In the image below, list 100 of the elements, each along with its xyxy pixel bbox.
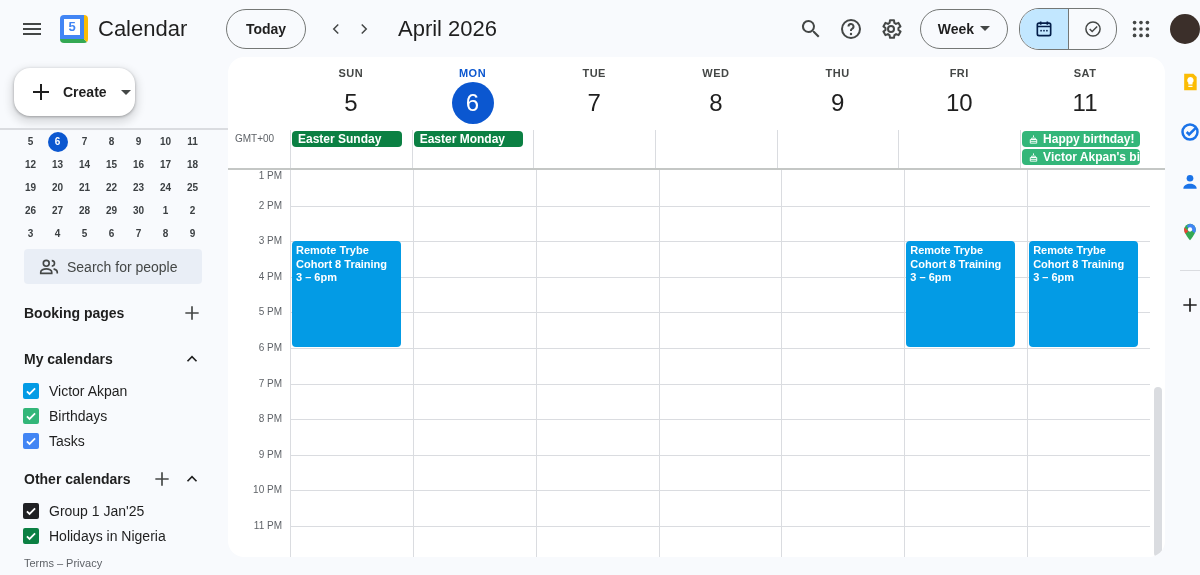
caret-icon xyxy=(980,26,991,31)
holiday-event[interactable]: Easter Monday xyxy=(413,131,524,147)
section-heading: My calendars xyxy=(24,351,113,367)
privacy-link[interactable]: Privacy xyxy=(66,557,103,569)
create-button[interactable]: Create xyxy=(14,68,135,116)
mini-calendar-day[interactable]: 8 xyxy=(101,131,122,152)
mini-calendar-day[interactable]: 14 xyxy=(74,154,95,175)
mini-calendar-day[interactable]: 2 xyxy=(182,200,203,221)
calendar-logo: 5 xyxy=(60,14,88,43)
mini-calendar-day[interactable]: 20 xyxy=(47,177,68,198)
timezone-label: GMT+00 xyxy=(234,132,276,144)
hour-label: 1 PM xyxy=(258,170,282,181)
section-heading: Other calendars xyxy=(24,471,131,487)
weekday-label: THU xyxy=(825,67,850,79)
get-add-ons-button[interactable] xyxy=(1180,295,1200,315)
hour-label: 5 PM xyxy=(258,306,282,318)
hour-label: 6 PM xyxy=(258,341,282,353)
calendar-checkbox[interactable] xyxy=(23,527,39,544)
mini-calendar-day[interactable]: 18 xyxy=(182,154,203,175)
mini-calendar-day[interactable]: 7 xyxy=(128,223,149,244)
calendar-view-button[interactable] xyxy=(1020,8,1068,49)
mini-calendar-day[interactable]: 30 xyxy=(128,200,149,221)
calendar-checkbox[interactable] xyxy=(23,382,39,399)
contacts-app-button[interactable] xyxy=(1180,172,1200,192)
day-number[interactable]: 5 xyxy=(329,82,372,124)
day-number[interactable]: 9 xyxy=(816,82,859,124)
calendar-name: Holidays in Nigeria xyxy=(49,527,166,544)
mini-calendar-day[interactable]: 16 xyxy=(128,154,149,175)
hour-label: 2 PM xyxy=(258,199,282,211)
weekday-label: FRI xyxy=(949,67,969,79)
weekday-label: WED xyxy=(702,67,730,79)
link-separator: – xyxy=(56,557,64,569)
weekday-label: SUN xyxy=(338,67,364,79)
section-heading: Booking pages xyxy=(24,305,125,321)
mini-calendar-day[interactable]: 3 xyxy=(20,223,41,244)
day-number[interactable]: 6 xyxy=(451,82,494,124)
mini-calendar-day[interactable]: 4 xyxy=(47,223,68,244)
mini-calendar-day[interactable]: 26 xyxy=(20,200,41,221)
mini-calendar-day[interactable]: 8 xyxy=(155,223,176,244)
plus-icon xyxy=(152,469,172,489)
mini-calendar-day[interactable]: 1 xyxy=(155,200,176,221)
check-circle-icon xyxy=(1082,18,1103,39)
mini-calendar-day[interactable]: 13 xyxy=(47,154,68,175)
mini-calendar-day[interactable]: 6 xyxy=(101,223,122,244)
terms-link[interactable]: Terms xyxy=(24,557,54,569)
scrollbar-thumb[interactable] xyxy=(1154,386,1162,557)
mini-calendar-day[interactable]: 23 xyxy=(128,177,149,198)
mini-calendar-day[interactable]: 6 xyxy=(47,131,68,152)
hour-label: 8 PM xyxy=(258,413,282,425)
mini-calendar-day[interactable]: 28 xyxy=(74,200,95,221)
calendar-checkbox[interactable] xyxy=(23,407,39,424)
caret-icon xyxy=(120,89,131,95)
people-search-field[interactable]: Search for people xyxy=(24,249,202,284)
calendar-name: Group 1 Jan'25 xyxy=(49,502,145,519)
tasks-app-button[interactable] xyxy=(1180,122,1200,142)
plus-icon xyxy=(182,303,202,323)
mini-calendar-day[interactable]: 12 xyxy=(20,154,41,175)
mini-calendar-day[interactable]: 10 xyxy=(155,131,176,152)
mini-calendar-day[interactable]: 25 xyxy=(182,177,203,198)
mini-calendar-day[interactable]: 15 xyxy=(101,154,122,175)
help-icon xyxy=(839,16,863,41)
day-number[interactable]: 10 xyxy=(938,82,981,124)
hour-label: 9 PM xyxy=(258,448,282,460)
day-number[interactable]: 7 xyxy=(573,82,616,124)
app-name: Calendar xyxy=(98,15,188,42)
cake-icon xyxy=(1028,151,1040,163)
holiday-event[interactable]: Easter Sunday xyxy=(292,131,402,147)
mini-calendar-day[interactable]: 29 xyxy=(101,200,122,221)
calendar-checkbox[interactable] xyxy=(23,502,39,519)
hour-label: 11 PM xyxy=(253,519,282,531)
mini-calendar-day[interactable]: 9 xyxy=(182,223,203,244)
cake-icon xyxy=(1028,133,1040,145)
mini-calendar-day[interactable]: 17 xyxy=(155,154,176,175)
calendar-name: Victor Akpan xyxy=(49,382,128,399)
calendar-name: Tasks xyxy=(49,432,85,449)
account-avatar[interactable] xyxy=(1170,13,1200,44)
check-circle-icon xyxy=(1180,122,1200,142)
mini-calendar-day[interactable]: 21 xyxy=(74,177,95,198)
mini-calendar-day[interactable]: 19 xyxy=(20,177,41,198)
weekday-label: MON xyxy=(458,67,487,79)
hour-label: 7 PM xyxy=(258,377,282,389)
hour-label: 10 PM xyxy=(253,484,282,496)
hour-label: 4 PM xyxy=(258,270,282,282)
day-number[interactable]: 8 xyxy=(694,82,737,124)
day-number[interactable]: 11 xyxy=(1064,82,1107,124)
mini-calendar-day[interactable]: 22 xyxy=(101,177,122,198)
hour-label: 3 PM xyxy=(258,235,282,247)
mini-calendar-day[interactable]: 9 xyxy=(128,131,149,152)
mini-calendar-day[interactable]: 5 xyxy=(74,223,95,244)
mini-calendar-day[interactable]: 27 xyxy=(47,200,68,221)
mini-calendar-day[interactable]: 5 xyxy=(20,131,41,152)
mini-calendar-day[interactable]: 11 xyxy=(182,131,203,152)
date-range-title: April 2026 xyxy=(398,15,498,42)
settings-icon xyxy=(879,16,903,41)
weekday-label: TUE xyxy=(582,67,606,79)
mini-calendar-day[interactable]: 24 xyxy=(155,177,176,198)
calendar-checkbox[interactable] xyxy=(23,432,39,449)
mini-calendar-day[interactable]: 7 xyxy=(74,131,95,152)
calendar-name: Birthdays xyxy=(49,407,108,424)
weekday-label: SAT xyxy=(1073,67,1097,79)
